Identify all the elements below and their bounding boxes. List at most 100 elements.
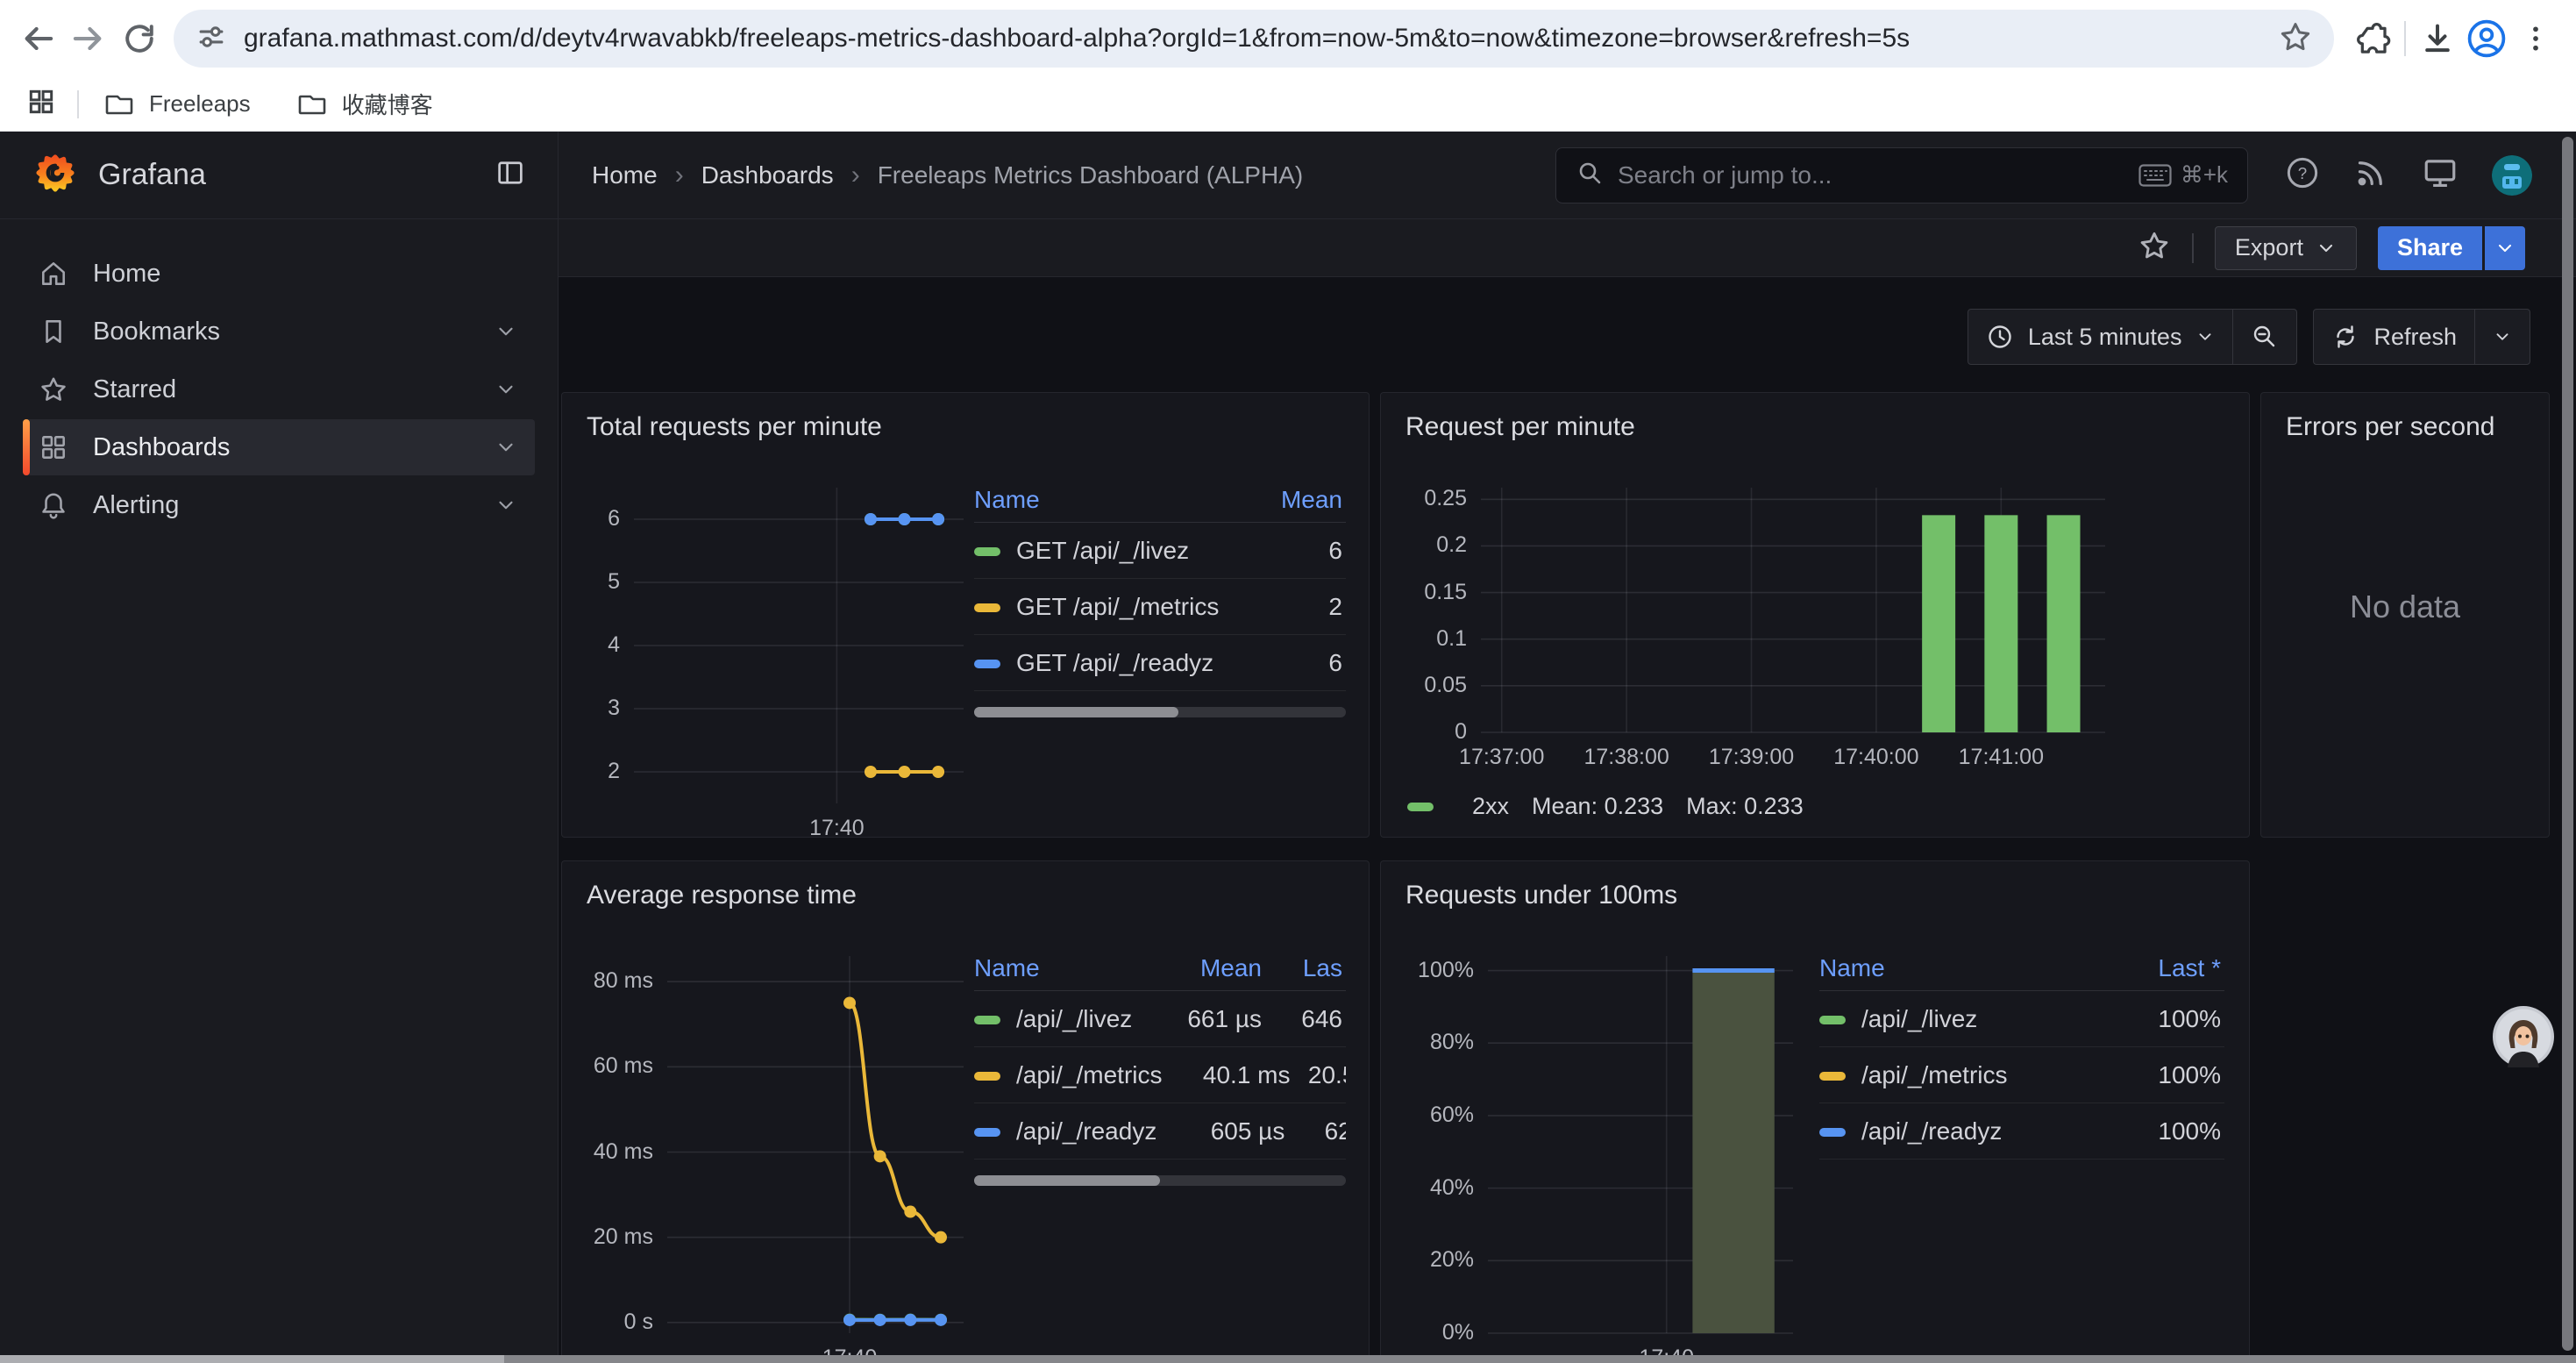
bookmark-label: 收藏博客 (342, 88, 433, 120)
sidebar-item-label: Home (93, 260, 160, 289)
favorite-star-icon[interactable] (2138, 229, 2171, 267)
series-swatch (1819, 1072, 1846, 1081)
legend-table-total-requests[interactable]: NameMeanGET /api/_/livez6GET /api/_/metr… (974, 477, 1346, 717)
chart-average-response-time[interactable]: 17:4080 ms60 ms40 ms20 ms0 s (587, 946, 972, 1363)
bookmark-star-icon[interactable] (2278, 19, 2313, 59)
refresh-icon (2331, 323, 2359, 351)
table-row[interactable]: /api/_/readyz605 µs620 (974, 1103, 1346, 1160)
refresh-button[interactable]: Refresh (2314, 310, 2474, 364)
series-swatch (974, 1072, 1000, 1081)
news-rss-icon[interactable] (2353, 155, 2388, 195)
table-header[interactable]: NameLast * (1819, 946, 2224, 991)
table-row[interactable]: GET /api/_/livez6 (974, 523, 1346, 579)
chart-requests-under-100ms[interactable]: 17:40100%80%60%40%20%0% (1407, 946, 1802, 1363)
search-input[interactable]: ⌘+k (1555, 147, 2248, 203)
reload-icon[interactable] (114, 13, 165, 64)
grafana-logo[interactable] (35, 153, 75, 197)
time-range-group: Last 5 minutes (1968, 309, 2298, 365)
panel-total-requests: Total requests per minute 17:4065432 Nam… (561, 392, 1370, 838)
bookmark-folder-blogs[interactable]: 收藏博客 (296, 88, 433, 120)
panel-request-per-minute: Request per minute 17:37:0017:38:0017:39… (1380, 392, 2250, 838)
kiosk-monitor-icon[interactable] (2422, 154, 2459, 196)
sidebar-item-alerting[interactable]: Alerting (23, 477, 535, 533)
chevron-down-icon (2195, 327, 2215, 346)
series-swatch (974, 547, 1000, 556)
panel-average-response-time: Average response time 17:4080 ms60 ms40 … (561, 860, 1370, 1363)
legend-request-per-minute[interactable]: 2xx Mean: 0.233 Max: 0.233 (1407, 793, 1804, 820)
sidebar-nav: Home Bookmarks Starred Dashboards (0, 219, 558, 533)
horizontal-scrollbar-thumb[interactable] (0, 1355, 504, 1363)
sidebar-item-starred[interactable]: Starred (23, 361, 535, 417)
sidebar-item-dashboards[interactable]: Dashboards (23, 419, 535, 475)
table-row[interactable]: /api/_/metrics100% (1819, 1047, 2224, 1103)
sidebar-item-home[interactable]: Home (23, 246, 535, 302)
chart-total-requests[interactable]: 17:4065432 (587, 477, 972, 858)
actions-divider (2192, 233, 2194, 263)
floating-avatar[interactable] (2493, 1006, 2554, 1067)
zoom-out-button[interactable] (2233, 310, 2296, 364)
star-icon (39, 375, 68, 404)
sidebar-item-bookmarks[interactable]: Bookmarks (23, 303, 535, 360)
back-icon[interactable] (12, 13, 63, 64)
bell-icon (39, 490, 68, 520)
site-settings-icon[interactable] (195, 20, 228, 58)
profile-icon[interactable] (2462, 14, 2511, 63)
table-row[interactable]: GET /api/_/readyz6 (974, 635, 1346, 691)
bookmarks-bar: Freeleaps 收藏博客 (0, 77, 2576, 132)
table-header[interactable]: NameMean (974, 477, 1346, 523)
breadcrumb-home[interactable]: Home (592, 161, 658, 189)
legend-max: Max: 0.233 (1686, 793, 1804, 820)
table-scrollbar[interactable] (974, 707, 1346, 717)
table-header[interactable]: NameMeanLas (974, 946, 1346, 991)
search-icon (1576, 159, 1604, 191)
panel-title[interactable]: Request per minute (1381, 393, 2249, 461)
panel-requests-under-100ms: Requests under 100ms 17:40100%80%60%40%2… (1380, 860, 2250, 1363)
table-row[interactable]: GET /api/_/metrics2 (974, 579, 1346, 635)
refresh-interval-button[interactable] (2475, 310, 2530, 364)
chevron-down-icon[interactable] (495, 494, 517, 517)
table-row[interactable]: /api/_/metrics40.1 ms20.5 r (974, 1047, 1346, 1103)
dashboard-actions: Export Share (559, 219, 2576, 277)
screen: grafana.mathmast.com/d/deytv4rwavabkb/fr… (0, 0, 2576, 1363)
panel-title[interactable]: Errors per second (2261, 393, 2549, 461)
table-row[interactable]: /api/_/readyz100% (1819, 1103, 2224, 1160)
legend-table-requests-under-100ms[interactable]: NameLast */api/_/livez100%/api/_/metrics… (1819, 946, 2224, 1160)
table-scrollbar[interactable] (974, 1175, 1346, 1186)
sidebar: Grafana Home Bookmarks Starred (0, 132, 559, 1363)
export-button[interactable]: Export (2215, 226, 2357, 270)
extensions-icon[interactable] (2348, 14, 2397, 63)
chevron-down-icon[interactable] (495, 378, 517, 401)
share-button[interactable]: Share (2378, 226, 2482, 270)
legend-series-label[interactable]: 2xx (1472, 793, 1509, 820)
panel-errors-per-second: Errors per second No data (2260, 392, 2550, 838)
collapse-sidebar-icon[interactable] (495, 157, 526, 193)
forward-icon[interactable] (63, 13, 114, 64)
table-row[interactable]: /api/_/livez100% (1819, 991, 2224, 1047)
chevron-down-icon (2494, 238, 2516, 259)
time-range-button[interactable]: Last 5 minutes (1968, 310, 2233, 364)
no-data-message: No data (2261, 589, 2549, 625)
chevron-down-icon[interactable] (495, 436, 517, 459)
table-row[interactable]: /api/_/livez661 µs646 (974, 991, 1346, 1047)
sidebar-item-label: Bookmarks (93, 318, 220, 346)
app-title: Grafana (98, 158, 495, 192)
apps-grid-icon[interactable] (26, 87, 56, 121)
downloads-icon[interactable] (2413, 14, 2462, 63)
chart-request-per-minute[interactable]: 17:37:0017:38:0017:39:0017:40:0017:41:00… (1407, 477, 2117, 790)
breadcrumb-dashboards[interactable]: Dashboards (701, 161, 834, 189)
url-bar[interactable]: grafana.mathmast.com/d/deytv4rwavabkb/fr… (174, 10, 2334, 68)
panel-title[interactable]: Total requests per minute (562, 393, 1369, 461)
panel-title[interactable]: Average response time (562, 861, 1369, 930)
browser-menu-icon[interactable] (2511, 14, 2560, 63)
share-menu-button[interactable] (2485, 226, 2525, 270)
user-avatar[interactable] (2492, 155, 2532, 196)
chevron-down-icon (2493, 327, 2512, 346)
vertical-scrollbar[interactable] (2562, 137, 2573, 1351)
chevron-down-icon[interactable] (495, 320, 517, 343)
panel-title[interactable]: Requests under 100ms (1381, 861, 2249, 930)
legend-table-average-response-time[interactable]: NameMeanLas/api/_/livez661 µs646/api/_/m… (974, 946, 1346, 1186)
help-icon[interactable]: ? (2285, 155, 2320, 195)
grafana-app: Grafana Home Bookmarks Starred (0, 132, 2576, 1363)
url-text[interactable]: grafana.mathmast.com/d/deytv4rwavabkb/fr… (244, 24, 1910, 54)
bookmark-folder-freeleaps[interactable]: Freeleaps (103, 89, 251, 120)
